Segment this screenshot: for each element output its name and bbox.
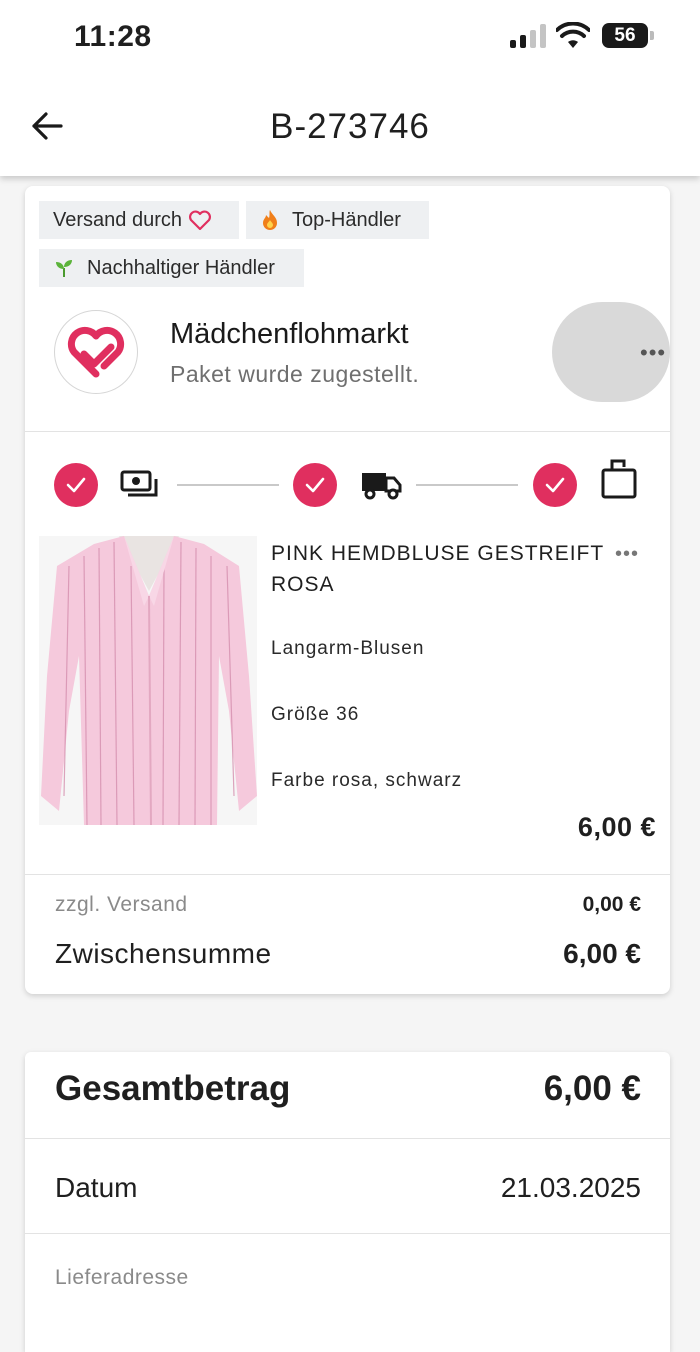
date-label: Datum	[55, 1172, 138, 1203]
battery-icon: 56	[602, 23, 648, 48]
top-bar: 11:28 56 B-273746	[0, 0, 700, 176]
product-size: Größe 36	[271, 704, 360, 725]
sprout-icon	[56, 260, 72, 277]
shipping-value: 0,00 €	[582, 893, 641, 916]
progress-line	[177, 484, 279, 486]
page-title: B-273746	[270, 107, 430, 146]
shipping-badge: Versand durch	[39, 201, 239, 239]
product-price: 6,00 €	[577, 812, 656, 842]
top-seller-badge: Top-Händler	[246, 201, 429, 239]
product-image[interactable]	[39, 536, 257, 825]
divider	[25, 874, 670, 875]
mailbox-icon	[601, 459, 637, 499]
order-card: Versand durch Top-Händler Nachhaltiger H…	[25, 186, 670, 994]
product-color: Farbe rosa, schwarz	[271, 770, 463, 791]
total-label: Gesamtbetrag	[55, 1069, 291, 1108]
heart-logo-icon	[189, 210, 211, 230]
shipping-badge-label: Versand durch	[53, 208, 182, 231]
step-delivered-check-icon	[533, 463, 577, 507]
subtotal-value: 6,00 €	[563, 938, 641, 969]
step-paid-check-icon	[54, 463, 98, 507]
battery-tip	[650, 31, 654, 40]
date-value: 21.03.2025	[500, 1172, 641, 1203]
status-time: 11:28	[74, 20, 152, 53]
sustainable-label: Nachhaltiger Händler	[87, 256, 275, 279]
product-title[interactable]: PINK HEMDBLUSE GESTREIFT ROSA	[271, 538, 611, 600]
seller-logo	[54, 310, 138, 394]
delivery-address-label: Lieferadresse	[55, 1266, 189, 1289]
shipping-label: zzgl. Versand	[55, 893, 188, 916]
top-seller-label: Top-Händler	[292, 208, 401, 231]
product-category: Langarm-Blusen	[271, 638, 425, 659]
fire-icon	[263, 210, 277, 230]
product-more-icon[interactable]: •••	[615, 543, 639, 566]
divider	[25, 431, 670, 432]
divider	[25, 1138, 670, 1139]
total-value: 6,00 €	[543, 1069, 641, 1108]
heart-check-logo-icon	[67, 326, 125, 378]
wifi-icon	[556, 22, 590, 48]
money-icon	[120, 470, 158, 497]
seller-name: Mädchenflohmarkt	[170, 318, 409, 350]
cellular-signal-icon	[510, 24, 550, 48]
step-shipped-check-icon	[293, 463, 337, 507]
more-dots-icon: •••	[640, 340, 667, 365]
seller-more-button[interactable]: •••	[552, 302, 670, 402]
progress-line	[416, 484, 518, 486]
totals-card: Gesamtbetrag 6,00 € Datum 21.03.2025 Lie…	[25, 1052, 670, 1352]
divider	[25, 1233, 670, 1234]
subtotal-label: Zwischensumme	[55, 938, 272, 969]
sustainable-badge: Nachhaltiger Händler	[39, 249, 304, 287]
delivery-status: Paket wurde zugestellt.	[170, 361, 420, 387]
truck-icon	[362, 473, 402, 500]
